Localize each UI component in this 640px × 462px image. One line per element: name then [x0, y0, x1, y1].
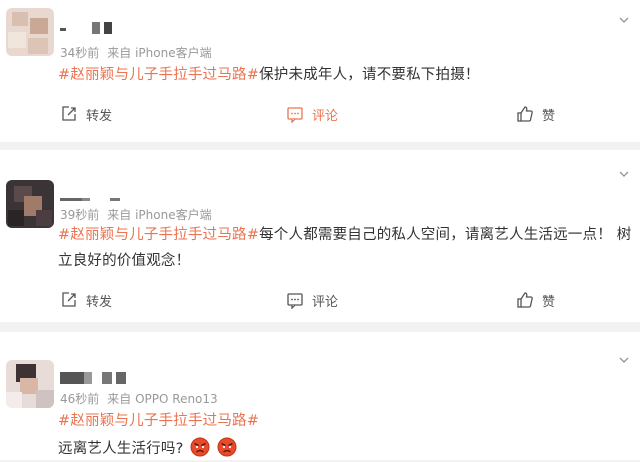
- hashtag-link[interactable]: #赵丽颖与儿子手拉手过马路#: [58, 227, 259, 243]
- comment-label: 评论: [312, 294, 339, 310]
- chevron-down-icon[interactable]: [618, 14, 630, 26]
- repost-label: 转发: [86, 294, 113, 310]
- comment-body: 保护未成年人，请不要私下拍摄！: [259, 67, 480, 83]
- repost-icon: [62, 292, 76, 307]
- chevron-down-icon[interactable]: [618, 168, 630, 180]
- comment-text: #赵丽颖与儿子手拉手过马路#保护未成年人，请不要私下拍摄！: [58, 62, 636, 88]
- like-button[interactable]: 赞: [516, 102, 555, 126]
- hashtag-link[interactable]: #赵丽颖与儿子手拉手过马路#: [58, 413, 259, 429]
- avatar[interactable]: [6, 8, 54, 56]
- repost-icon: [62, 106, 76, 121]
- comment-button[interactable]: 评论: [286, 288, 338, 312]
- comment-icon: [287, 293, 303, 309]
- thumbs-up-icon: [517, 292, 533, 308]
- angry-face-emoji: [217, 437, 237, 457]
- repost-label: 转发: [86, 108, 113, 124]
- comment-body: 远离艺人生活行吗?: [58, 441, 184, 457]
- comment-text: #赵丽颖与儿子手拉手过马路#每个人都需要自己的私人空间，请离艺人生活远一点！ 树…: [58, 222, 636, 274]
- comment-button[interactable]: 评论: [286, 102, 338, 126]
- comment-card: 39秒前 来自 iPhone客户端 #赵丽颖与儿子手拉手过马路#每个人都需要自己的…: [0, 150, 640, 322]
- comment-meta: 34秒前 来自 iPhone客户端: [60, 44, 212, 61]
- timestamp: 46秒前: [60, 392, 100, 406]
- comment-meta: 46秒前 来自 OPPO Reno13: [60, 390, 218, 407]
- comment-card: 46秒前 来自 OPPO Reno13 #赵丽颖与儿子手拉手过马路# 远离艺人生活…: [0, 332, 640, 460]
- source-client: 来自 OPPO Reno13: [107, 392, 218, 406]
- action-bar: 转发 评论 赞: [0, 288, 640, 312]
- username[interactable]: [60, 22, 112, 34]
- repost-button[interactable]: 转发: [60, 102, 112, 126]
- thumbs-up-icon: [517, 106, 533, 122]
- avatar[interactable]: [6, 360, 54, 408]
- username[interactable]: [60, 372, 126, 384]
- timestamp: 34秒前: [60, 46, 100, 60]
- like-button[interactable]: 赞: [516, 288, 555, 312]
- hashtag-link[interactable]: #赵丽颖与儿子手拉手过马路#: [58, 67, 259, 83]
- action-bar: 转发 评论 赞: [0, 102, 640, 126]
- timestamp: 39秒前: [60, 208, 100, 222]
- like-label: 赞: [542, 294, 556, 310]
- comment-meta: 39秒前 来自 iPhone客户端: [60, 206, 212, 223]
- comment-icon: [287, 107, 303, 123]
- source-client: 来自 iPhone客户端: [107, 208, 212, 222]
- angry-face-emoji: [190, 437, 210, 457]
- comment-text: #赵丽颖与儿子手拉手过马路#: [58, 408, 636, 434]
- username[interactable]: [60, 190, 120, 202]
- like-label: 赞: [542, 108, 556, 124]
- avatar[interactable]: [6, 180, 54, 228]
- comment-card: 34秒前 来自 iPhone客户端 #赵丽颖与儿子手拉手过马路#保护未成年人，请不…: [0, 0, 640, 142]
- repost-button[interactable]: 转发: [60, 288, 112, 312]
- source-client: 来自 iPhone客户端: [107, 46, 212, 60]
- chevron-down-icon[interactable]: [618, 354, 630, 366]
- comment-text: 远离艺人生活行吗?: [58, 436, 636, 462]
- comment-label: 评论: [312, 108, 339, 124]
